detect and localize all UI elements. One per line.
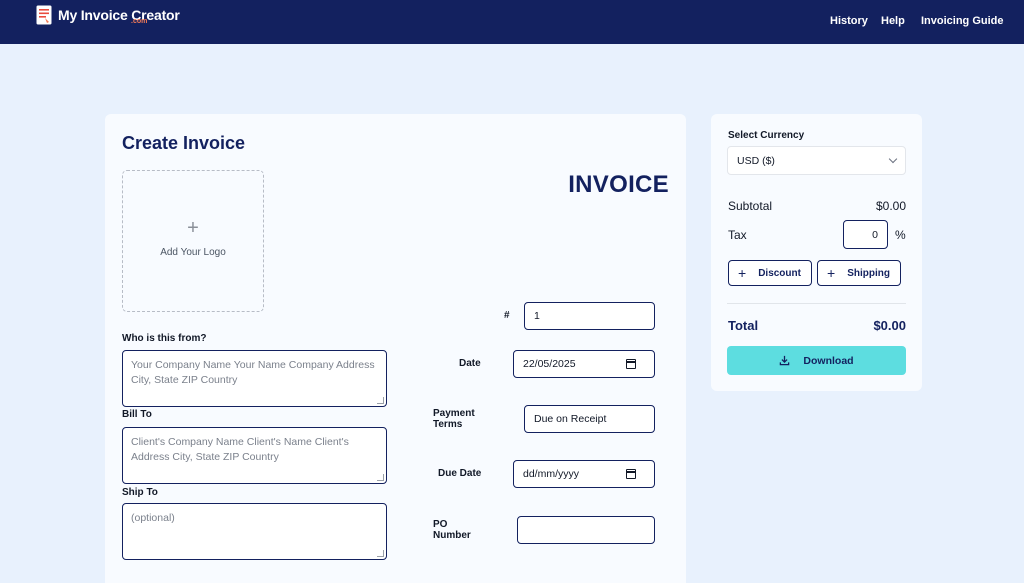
invoice-form-card: Create Invoice INVOICE + Add Your Logo W… — [105, 114, 686, 583]
subtotal-label: Subtotal — [728, 199, 773, 213]
calendar-icon[interactable] — [626, 359, 636, 369]
resize-handle[interactable] — [377, 550, 384, 557]
total-value: $0.00 — [873, 318, 906, 333]
invoice-heading: INVOICE — [568, 171, 669, 198]
invoice-number-label: # — [504, 310, 510, 321]
date-label: Date — [459, 358, 481, 369]
nav-link-invoicing-guide[interactable]: Invoicing Guide — [921, 15, 1004, 27]
add-shipping-button[interactable]: + Shipping — [817, 260, 901, 286]
bill-to-textarea[interactable]: Client's Company Name Client's Name Clie… — [122, 427, 387, 484]
nav-link-help[interactable]: Help — [881, 15, 905, 27]
add-discount-button[interactable]: + Discount — [728, 260, 812, 286]
bill-to-placeholder: Client's Company Name Client's Name Clie… — [131, 436, 349, 463]
subtotal-value: $0.00 — [875, 199, 906, 213]
invoice-number-input[interactable]: 1 — [524, 302, 655, 330]
po-number-label: PO Number — [433, 519, 471, 541]
currency-value: USD ($) — [737, 154, 775, 167]
plus-icon: + — [738, 265, 747, 281]
total-label: Total — [728, 318, 759, 333]
from-textarea[interactable]: Your Company Name Your Name Company Addr… — [122, 350, 387, 407]
divider — [727, 303, 906, 304]
discount-label: Discount — [758, 267, 801, 279]
brand-name: My Invoice Creator — [58, 7, 180, 23]
download-icon — [780, 355, 790, 366]
due-date-input[interactable]: dd/mm/yyyy — [513, 460, 655, 488]
chevron-down-icon — [888, 154, 898, 164]
invoice-number-value: 1 — [534, 310, 540, 322]
resize-handle[interactable] — [377, 397, 384, 404]
payment-terms-input[interactable]: Due on Receipt — [524, 405, 655, 433]
summary-card: Select Currency USD ($) Subtotal $0.00 T… — [711, 114, 922, 391]
shipping-label: Shipping — [847, 267, 890, 279]
date-input[interactable]: 22/05/2025 — [513, 350, 655, 378]
plus-icon: + — [827, 265, 836, 281]
po-number-input[interactable] — [517, 516, 655, 544]
top-navbar: My Invoice Creator .com History Help Inv… — [0, 0, 1024, 44]
tax-input[interactable]: 0 — [843, 220, 888, 249]
brand-suffix: .com — [131, 18, 148, 25]
due-date-value: dd/mm/yyyy — [523, 468, 580, 480]
download-button[interactable]: Download — [727, 346, 906, 375]
plus-icon: + — [187, 217, 199, 239]
download-label: Download — [803, 354, 854, 367]
payment-terms-value: Due on Receipt — [534, 413, 607, 425]
ship-to-textarea[interactable]: (optional) — [122, 503, 387, 560]
brand-logo[interactable]: My Invoice Creator — [36, 4, 180, 28]
form-title: Create Invoice — [122, 133, 246, 153]
tax-value: 0 — [872, 229, 878, 241]
currency-select[interactable]: USD ($) — [727, 146, 906, 175]
resize-handle[interactable] — [377, 474, 384, 481]
calendar-icon[interactable] — [626, 469, 636, 479]
payment-terms-label: Payment Terms — [433, 408, 475, 430]
invoice-logo-icon — [36, 5, 52, 25]
date-value: 22/05/2025 — [523, 358, 576, 370]
from-placeholder: Your Company Name Your Name Company Addr… — [131, 359, 375, 386]
ship-to-label: Ship To — [122, 487, 158, 498]
from-label: Who is this from? — [122, 333, 207, 344]
due-date-label: Due Date — [438, 468, 482, 479]
tax-label: Tax — [728, 228, 747, 242]
ship-to-placeholder: (optional) — [131, 512, 175, 524]
logo-upload-area[interactable]: + Add Your Logo — [122, 170, 264, 312]
logo-upload-label: Add Your Logo — [160, 247, 226, 258]
nav-link-history[interactable]: History — [830, 15, 868, 27]
bill-to-label: Bill To — [122, 409, 152, 420]
currency-label: Select Currency — [728, 130, 805, 141]
tax-unit: % — [895, 228, 906, 242]
